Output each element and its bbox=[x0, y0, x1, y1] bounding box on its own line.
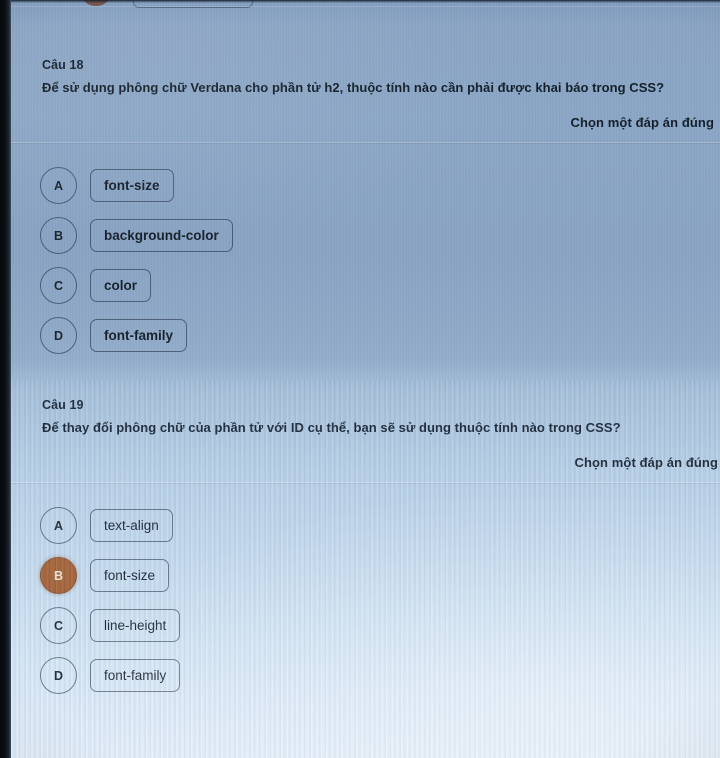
screen-surface: Câu 18 Để sử dụng phông chữ Verdana cho … bbox=[11, 0, 720, 758]
previous-question-divider bbox=[11, 6, 720, 7]
option-label-c[interactable]: color bbox=[90, 268, 152, 303]
option-row[interactable]: A font-size bbox=[40, 161, 720, 211]
option-row[interactable]: C line-height bbox=[40, 601, 720, 651]
device-bezel-top bbox=[0, 0, 720, 3]
question-block-18: Câu 18 Để sử dụng phông chữ Verdana cho … bbox=[11, 58, 720, 361]
option-label-b[interactable]: font-size bbox=[90, 558, 170, 593]
option-key-c[interactable]: C bbox=[40, 607, 77, 645]
question-text: Để sử dụng phông chữ Verdana cho phần tử… bbox=[42, 80, 665, 95]
option-row[interactable]: B font-size bbox=[40, 551, 720, 601]
answer-instruction: Chọn một đáp án đúng bbox=[574, 454, 718, 470]
option-row[interactable]: B background-color bbox=[40, 211, 720, 261]
question-label: Câu 19 bbox=[42, 398, 84, 412]
device-bezel-left bbox=[0, 0, 11, 758]
option-label-a[interactable]: text-align bbox=[90, 508, 173, 543]
options-list-19: A text-align B font-size C line-height D… bbox=[11, 483, 720, 701]
option-key-a[interactable]: A bbox=[40, 507, 77, 545]
options-list-18: A font-size B background-color C color D… bbox=[11, 143, 720, 361]
option-label-d[interactable]: font-family bbox=[90, 318, 187, 353]
option-key-a[interactable]: A bbox=[40, 167, 77, 205]
option-label-c[interactable]: line-height bbox=[90, 608, 181, 643]
answer-instruction: Chọn một đáp án đúng bbox=[570, 114, 714, 130]
question-text: Để thay đổi phông chữ của phần tử với ID… bbox=[42, 420, 621, 435]
option-label-d[interactable]: font-family bbox=[90, 658, 181, 693]
option-label-a[interactable]: font-size bbox=[90, 168, 174, 203]
option-row[interactable]: C color bbox=[40, 261, 720, 311]
option-key-d[interactable]: D bbox=[40, 657, 77, 695]
option-row[interactable]: A text-align bbox=[40, 501, 720, 551]
option-key-b[interactable]: B bbox=[40, 217, 77, 255]
option-label-b[interactable]: background-color bbox=[90, 218, 233, 253]
quiz-content: Câu 18 Để sử dụng phông chữ Verdana cho … bbox=[11, 0, 720, 758]
option-row[interactable]: D font-family bbox=[40, 651, 720, 701]
option-key-c[interactable]: C bbox=[40, 267, 77, 305]
option-row[interactable]: D font-family bbox=[40, 311, 720, 361]
question-block-19: Câu 19 Để thay đổi phông chữ của phần tử… bbox=[11, 398, 720, 701]
option-key-b[interactable]: B bbox=[40, 557, 77, 595]
option-key-d[interactable]: D bbox=[40, 317, 77, 355]
photographed-screen: Câu 18 Để sử dụng phông chữ Verdana cho … bbox=[0, 0, 720, 758]
question-label: Câu 18 bbox=[42, 58, 84, 72]
